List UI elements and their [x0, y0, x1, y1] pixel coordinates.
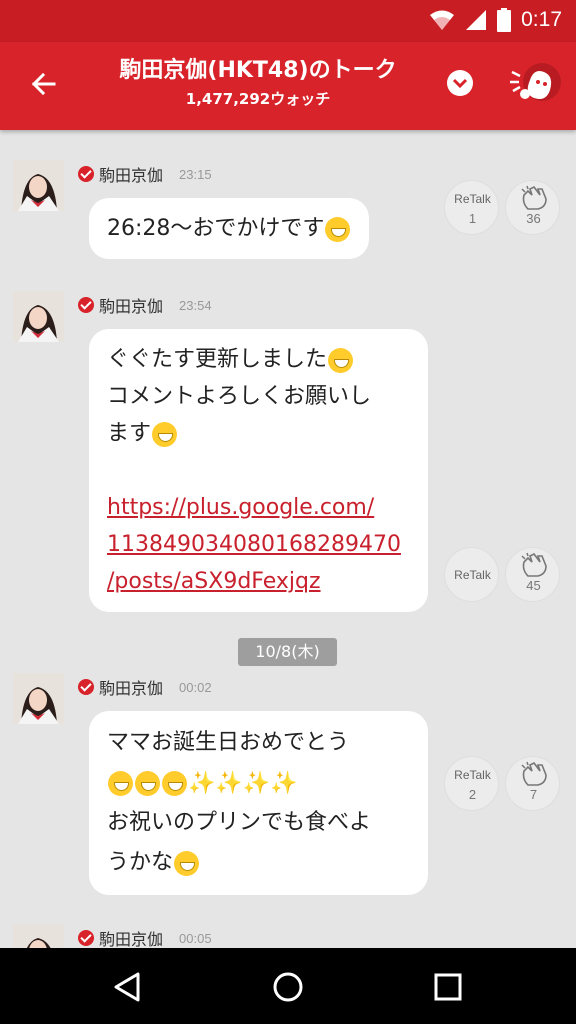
verified-icon [78, 166, 94, 182]
sparkles-icon: ✨ [215, 770, 243, 796]
clap-icon [521, 185, 547, 210]
square-recents-icon [434, 973, 462, 1001]
avatar[interactable] [13, 160, 64, 211]
clap-icon [521, 761, 547, 786]
mascot-icon [510, 63, 561, 101]
nav-back-button[interactable] [111, 970, 145, 1004]
retalk-count: 2 [468, 787, 477, 802]
message-feed[interactable]: 駒田京伽 23:15 26:28〜おでかけです ReTalk 1 36 駒田京伽… [0, 130, 576, 948]
retalk-button[interactable]: ReTalk 1 [444, 180, 499, 235]
signal-icon [466, 10, 487, 30]
watch-count: 1,477,292ウォッチ [185, 90, 331, 108]
clap-count: 45 [526, 578, 541, 593]
message-line: ぐぐたす更新しました [107, 341, 410, 378]
smile-emoji-icon [152, 421, 178, 447]
retalk-label: ReTalk [454, 768, 491, 782]
talk-header: 駒田京伽(HKT48)のトーク 1,477,292ウォッチ [0, 42, 576, 130]
grinning-emoji-icon [135, 770, 160, 796]
talk-title: 駒田京伽(HKT48)のトーク [119, 58, 397, 83]
avatar[interactable] [13, 924, 64, 948]
sender-row: 駒田京伽 00:02 [78, 675, 212, 699]
clap-icon [521, 552, 547, 577]
dropdown-button[interactable] [447, 70, 473, 96]
wifi-icon [430, 10, 455, 30]
avatar[interactable] [13, 673, 64, 724]
clap-button[interactable]: 7 [505, 756, 560, 811]
circle-home-icon [273, 972, 303, 1002]
sparkles-icon: ✨ [270, 770, 298, 796]
message-time: 00:02 [179, 679, 212, 695]
triangle-back-icon [114, 972, 140, 1002]
google-plus-link[interactable]: https://plus.google.com/ 113849034080168… [107, 489, 410, 600]
emoji-line: ✨✨✨✨ [107, 763, 410, 803]
clap-count: 36 [526, 211, 541, 226]
sparkles-icon: ✨ [242, 770, 271, 796]
sender-name: 駒田京伽 [99, 297, 164, 316]
grinning-emoji-icon [174, 850, 200, 876]
status-icons: 0:17 [429, 8, 562, 32]
navigation-bar [0, 948, 576, 1024]
sparkles-icon: ✨ [188, 770, 216, 796]
sender-name: 駒田京伽 [99, 679, 164, 698]
status-time: 0:17 [521, 8, 562, 31]
message-line: コメントよろしくお願いし [107, 384, 372, 409]
message-bubble[interactable]: ぐぐたす更新しました コメントよろしくお願いし ます https://plus.… [89, 329, 428, 612]
message-time: 23:54 [179, 297, 212, 313]
clap-button[interactable]: 36 [505, 180, 560, 235]
grinning-emoji-icon [162, 770, 187, 796]
grinning-emoji-icon [325, 216, 351, 242]
retalk-count: 1 [468, 211, 477, 226]
avatar[interactable] [13, 291, 64, 342]
verified-icon [78, 679, 94, 695]
clap-button[interactable]: 45 [505, 547, 560, 602]
smile-emoji-icon [328, 347, 354, 373]
nav-home-button[interactable] [271, 970, 305, 1004]
sender-row: 駒田京伽 00:05 [78, 926, 212, 948]
verified-icon [78, 297, 94, 313]
sender-row: 駒田京伽 23:54 [78, 293, 212, 317]
status-bar: 0:17 [0, 0, 576, 42]
date-separator: 10/8(木) [238, 638, 337, 666]
message-text: 26:28〜おでかけです [107, 216, 325, 241]
message-line: うかな [107, 843, 410, 883]
message-line: ママお誕生日おめでとう [107, 730, 350, 755]
sender-row: 駒田京伽 23:15 [78, 162, 212, 186]
retalk-button[interactable]: ReTalk 2 [444, 756, 499, 811]
retalk-button[interactable]: ReTalk [444, 547, 499, 602]
message-bubble[interactable]: 26:28〜おでかけです [89, 198, 370, 259]
grinning-emoji-icon [108, 770, 133, 796]
message-time: 23:15 [179, 166, 212, 182]
nav-recents-button[interactable] [431, 970, 465, 1004]
chevron-down-icon [452, 78, 468, 89]
message-line: お祝いのプリンでも食べよ [107, 810, 372, 835]
battery-icon [497, 8, 512, 32]
retalk-label: ReTalk [454, 568, 491, 582]
mascot-button[interactable] [508, 60, 564, 112]
message-bubble[interactable]: ママお誕生日おめでとう ✨✨✨✨ お祝いのプリンでも食べよ うかな [89, 711, 428, 895]
clap-count: 7 [529, 787, 538, 802]
message-time: 00:05 [179, 930, 212, 946]
retalk-label: ReTalk [454, 192, 491, 206]
message-line: ます [107, 415, 410, 452]
sender-name: 駒田京伽 [99, 930, 164, 948]
verified-icon [78, 930, 94, 946]
sender-name: 駒田京伽 [99, 166, 164, 185]
